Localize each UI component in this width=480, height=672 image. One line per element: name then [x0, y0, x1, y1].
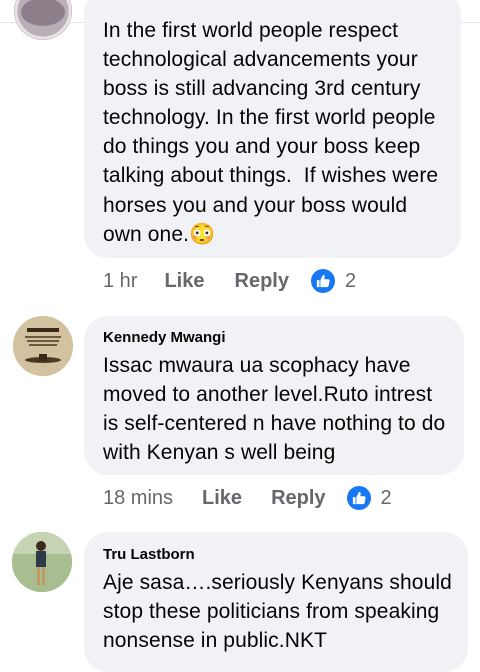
- comment-bubble[interactable]: Kennedy Mwangi Issac mwaura ua scophacy …: [84, 316, 464, 475]
- reaction-count[interactable]: 2: [345, 270, 356, 293]
- comment-bubble[interactable]: Tru Lastborn Aje sasa….seriously Kenyans…: [84, 532, 468, 672]
- comment-text: In the first world people respect techno…: [103, 19, 445, 246]
- comment-text: Aje sasa….seriously Kenyans should stop …: [103, 571, 458, 653]
- like-button[interactable]: Like: [202, 487, 242, 510]
- reply-button[interactable]: Reply: [271, 487, 325, 510]
- comment-actions: 1 hr Like Reply 2: [103, 269, 356, 293]
- avatar-photo: [12, 532, 72, 592]
- like-button[interactable]: Like: [164, 270, 204, 293]
- comment-text: Issac mwaura ua scophacy have moved to a…: [103, 354, 452, 465]
- reaction-count[interactable]: 2: [381, 487, 392, 510]
- avatar[interactable]: [12, 532, 72, 592]
- comment-timestamp[interactable]: 1 hr: [103, 270, 137, 293]
- comment-timestamp[interactable]: 18 mins: [103, 487, 173, 510]
- flushed-face-emoji: 😳: [189, 222, 216, 246]
- comment-author[interactable]: Tru Lastborn: [103, 546, 452, 564]
- comment-actions: 18 mins Like Reply 2: [103, 486, 392, 510]
- avatar-photo: [14, 0, 72, 40]
- avatar[interactable]: [13, 316, 73, 376]
- thumbs-up-icon[interactable]: [346, 486, 371, 510]
- thumbs-up-icon[interactable]: [310, 269, 335, 293]
- thumbs-up-glyph: [352, 491, 366, 505]
- avatar-photo: [13, 316, 73, 376]
- comment-author[interactable]: Kennedy Mwangi: [103, 329, 446, 347]
- thumbs-up-glyph: [316, 274, 330, 288]
- reply-button[interactable]: Reply: [235, 270, 289, 293]
- comment-bubble[interactable]: In the first world people respect techno…: [84, 0, 461, 258]
- avatar[interactable]: [14, 0, 72, 40]
